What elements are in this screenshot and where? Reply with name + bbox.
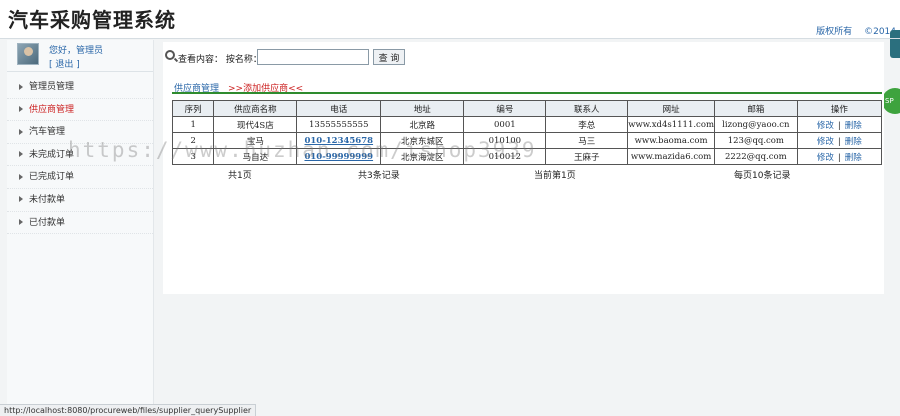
sidebar-menu: 管理员管理 供应商管理 汽车管理 未完成订单 已完成订单 未付款单 已付款单 [7, 76, 153, 235]
delete-link[interactable]: 删除 [845, 121, 862, 131]
cell-website: www.xd4s1111.com [627, 116, 715, 133]
chevron-right-icon [19, 151, 23, 158]
chevron-right-icon [19, 106, 23, 113]
sidebar-item-unpaid[interactable]: 未付款单 [7, 189, 153, 212]
cell-seq: 3 [171, 148, 215, 165]
side-tab-handle[interactable] [890, 30, 900, 58]
main-panel: 查看内容： 按名称： 查 询 供应商管理 >>添加供应商<< 序列 供应商名称 … [163, 42, 884, 294]
section-title: 供应商管理 [174, 84, 220, 94]
delete-link[interactable]: 删除 [845, 137, 862, 147]
column-header: 操作 [796, 100, 883, 117]
avatar [17, 43, 39, 65]
section-header: 供应商管理 >>添加供应商<< [172, 80, 882, 94]
sidebar-item-label: 已完成订单 [29, 172, 75, 183]
delete-link[interactable]: 删除 [845, 153, 862, 163]
cell-phone: 010-99999999 [296, 148, 382, 165]
column-header: 邮箱 [714, 100, 798, 117]
op-separator: | [837, 152, 841, 163]
sidebar-item-label: 未付款单 [29, 194, 66, 205]
chevron-right-icon [19, 219, 23, 226]
pager-current-page: 当前第1页 [534, 171, 576, 181]
cell-code: 010012 [463, 148, 547, 165]
header-divider [0, 38, 900, 39]
sidebar-item-label: 已付款单 [29, 217, 66, 228]
sidebar-item-label: 汽车管理 [29, 127, 66, 138]
search-button[interactable]: 查 询 [373, 49, 405, 65]
sidebar: 您好，管理员 [ 退出 ] 管理员管理 供应商管理 汽车管理 未完成订单 已完成… [7, 40, 154, 416]
cell-seq: 2 [171, 132, 215, 149]
cell-phone: 010-12345678 [296, 132, 382, 149]
pager-total-pages: 共1页 [228, 171, 252, 181]
edit-link[interactable]: 修改 [817, 153, 834, 163]
cell-website: www.mazida6.com [627, 148, 715, 165]
cell-name: 马自达 [213, 148, 298, 165]
edit-link[interactable]: 修改 [817, 137, 834, 147]
cell-address: 北京东城区 [380, 132, 465, 149]
column-header: 编号 [463, 100, 547, 117]
top-header: 汽车采购管理系统 版权所有 ©2014 [0, 0, 900, 58]
column-header: 电话 [296, 100, 382, 117]
search-label: 查看内容： 按名称： [178, 55, 262, 65]
cell-contact: 马三 [545, 132, 629, 149]
sidebar-item-label: 供应商管理 [29, 104, 75, 115]
cell-address: 北京海淀区 [380, 148, 465, 165]
cell-operations: 修改 | 删除 [796, 148, 883, 165]
pager-per-page: 每页10条记录 [734, 171, 791, 181]
copyright: 版权所有 ©2014 [804, 24, 896, 37]
chevron-right-icon [19, 173, 23, 180]
search-input[interactable] [257, 49, 369, 65]
sidebar-item-paid[interactable]: 已付款单 [7, 212, 153, 235]
op-separator: | [837, 120, 841, 131]
chevron-right-icon [19, 128, 23, 135]
browser-status-bar: http://localhost:8080/procureweb/files/s… [0, 404, 257, 416]
app-title: 汽车采购管理系统 [8, 8, 176, 32]
sidebar-item-admin[interactable]: 管理员管理 [7, 76, 153, 99]
column-header: 网址 [627, 100, 715, 117]
supplier-table: 序列 供应商名称 电话 地址 编号 联系人 网址 邮箱 操作 1 现代4S店 1… [171, 100, 883, 165]
edit-link[interactable]: 修改 [817, 121, 834, 131]
pagination: 共1页 共3条记录 当前第1页 每页10条记录 [172, 167, 882, 181]
column-header: 地址 [380, 100, 465, 117]
sidebar-item-supplier[interactable]: 供应商管理 [7, 99, 153, 122]
cell-name: 现代4S店 [213, 116, 298, 133]
cell-code: 0001 [463, 116, 547, 133]
cell-email: 123@qq.com [714, 132, 798, 149]
table-row: 1 现代4S店 13555555555 北京路 0001 李总 www.xd4s… [171, 116, 883, 133]
cell-name: 宝马 [213, 132, 298, 149]
table-row: 2 宝马 010-12345678 北京东城区 010100 马三 www.ba… [171, 132, 883, 149]
add-supplier-link[interactable]: >>添加供应商<< [228, 81, 303, 94]
cell-contact: 王麻子 [545, 148, 629, 165]
column-header: 供应商名称 [213, 100, 298, 117]
sidebar-item-label: 管理员管理 [29, 82, 75, 92]
sidebar-item-label: 未完成订单 [29, 149, 75, 160]
logout-link[interactable]: [ 退出 ] [49, 57, 80, 70]
cell-email: lizong@yaoo.cn [714, 116, 798, 133]
chevron-right-icon [19, 196, 23, 203]
search-bar: 查看内容： 按名称： 查 询 [163, 46, 884, 68]
op-separator: | [837, 136, 841, 147]
cell-operations: 修改 | 删除 [796, 132, 883, 149]
sidebar-item-pending-orders[interactable]: 未完成订单 [7, 144, 153, 167]
cell-phone: 13555555555 [296, 116, 382, 133]
user-panel: 您好，管理员 [ 退出 ] [7, 40, 153, 72]
cell-email: 2222@qq.com [714, 148, 798, 165]
sidebar-item-completed-orders[interactable]: 已完成订单 [7, 166, 153, 189]
column-header: 联系人 [545, 100, 629, 117]
sidebar-item-car[interactable]: 汽车管理 [7, 121, 153, 144]
cell-code: 010100 [463, 132, 547, 149]
copyright-label: 版权所有 [816, 27, 853, 37]
cell-seq: 1 [171, 116, 215, 133]
table-header-row: 序列 供应商名称 电话 地址 编号 联系人 网址 邮箱 操作 [171, 100, 883, 117]
user-greeting: 您好，管理员 [49, 46, 104, 56]
floating-badge[interactable]: SP [882, 88, 900, 114]
cell-address: 北京路 [380, 116, 465, 133]
cell-contact: 李总 [545, 116, 629, 133]
table-row: 3 马自达 010-99999999 北京海淀区 010012 王麻子 www.… [171, 148, 883, 165]
cell-operations: 修改 | 删除 [796, 116, 883, 133]
pager-total-records: 共3条记录 [358, 171, 400, 181]
cell-website: www.baoma.com [627, 132, 715, 149]
chevron-right-icon [19, 83, 23, 90]
column-header: 序列 [171, 100, 215, 117]
search-icon [165, 50, 175, 60]
